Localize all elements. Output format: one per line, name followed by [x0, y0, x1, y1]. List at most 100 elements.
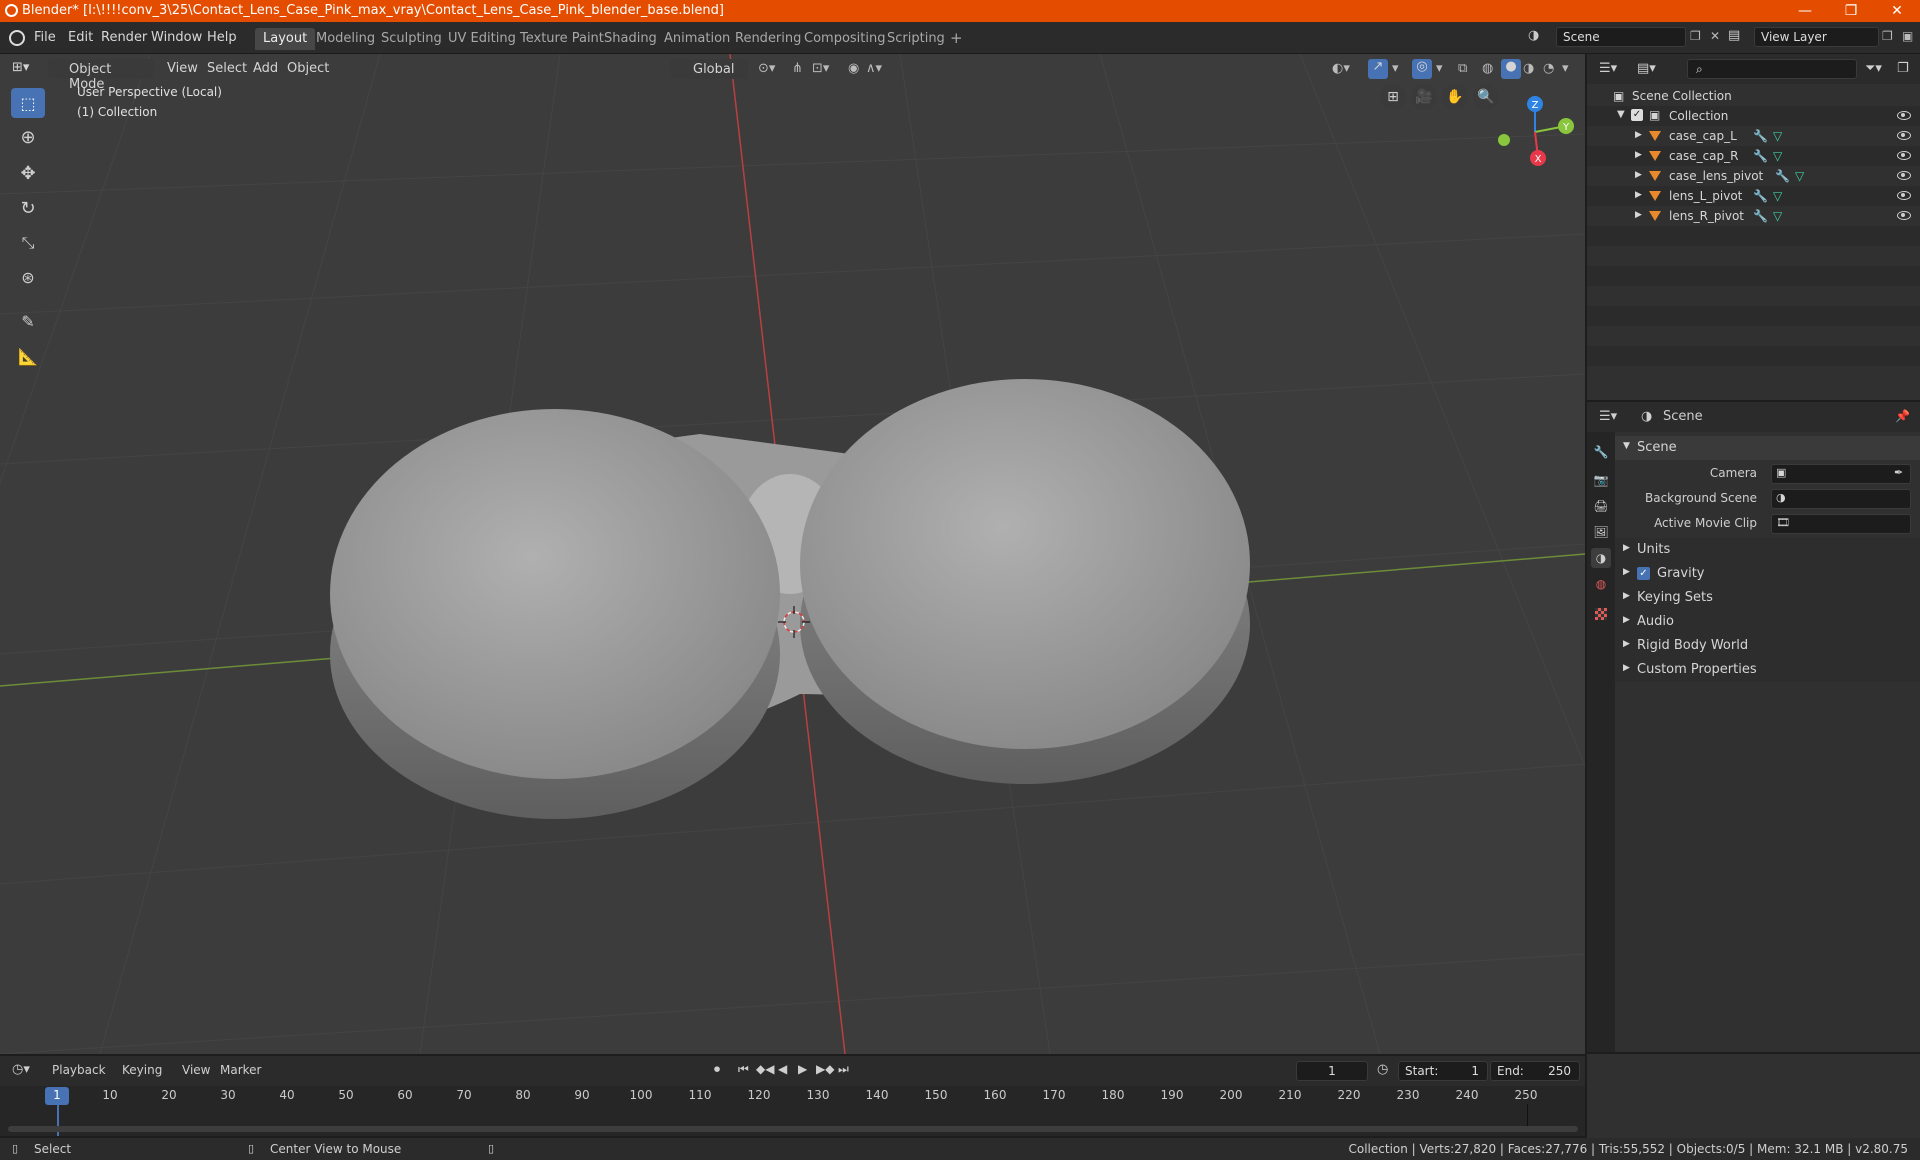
jump-end-icon[interactable]: ⏭	[838, 1062, 849, 1077]
orientation-dropdown[interactable]: Global	[670, 59, 748, 79]
scene-tab[interactable]: ◑	[1591, 548, 1611, 568]
pan-view-icon[interactable]: ✋	[1442, 84, 1468, 110]
annotate-tool[interactable]: ✎	[11, 306, 45, 336]
outliner-object-row[interactable]: ▶ case_lens_pivot 🔧 ▽	[1587, 166, 1920, 186]
outliner-collection[interactable]: ▼ ✓ ▣ Collection	[1587, 106, 1920, 126]
overlays-toggle-icon[interactable]: ◎	[1412, 59, 1432, 79]
audio-section[interactable]: ▶ Audio	[1615, 610, 1920, 634]
pivot-point-icon[interactable]: ⊙▾	[758, 61, 775, 81]
lens-case-model[interactable]	[330, 379, 1250, 819]
shading-material-icon[interactable]: ◑	[1523, 61, 1534, 81]
measure-tool[interactable]: 📐	[11, 341, 45, 371]
mesh-data-icon[interactable]: ▽	[1795, 169, 1804, 183]
toggle-camera-grid-icon[interactable]: ⊞	[1380, 84, 1406, 110]
tab-modeling[interactable]: Modeling	[308, 28, 383, 50]
menu-playback[interactable]: Playback	[52, 1063, 106, 1077]
modifier-icon[interactable]: 🔧	[1775, 169, 1790, 183]
object-visibility-toggle[interactable]	[1897, 151, 1911, 160]
shading-wireframe-icon[interactable]: ◍	[1482, 61, 1493, 81]
menu-object[interactable]: Object	[287, 61, 329, 81]
timeline-editor-type-icon[interactable]: ◷▾	[12, 1062, 30, 1077]
snap-target-icon[interactable]: ⊡▾	[812, 61, 829, 81]
snap-icon[interactable]: ⋔	[792, 61, 803, 81]
mesh-data-icon[interactable]: ▽	[1773, 209, 1782, 223]
shading-solid-icon[interactable]: ●	[1501, 59, 1521, 79]
timeline-scrollbar[interactable]	[8, 1126, 1578, 1132]
tab-sculpting[interactable]: Sculpting	[373, 28, 450, 50]
play-reverse-icon[interactable]: ◀	[778, 1062, 787, 1076]
maximize-button[interactable]: ❐	[1828, 0, 1874, 22]
menu-select[interactable]: Select	[207, 61, 247, 81]
tool-tab[interactable]: 🔧	[1591, 442, 1611, 462]
camera-field[interactable]: ▣ ✒	[1771, 464, 1911, 484]
menu-marker[interactable]: Marker	[220, 1063, 261, 1077]
delete-scene-icon[interactable]: ✕	[1710, 29, 1720, 43]
select-box-tool[interactable]: ⬚	[11, 88, 45, 118]
gizmo-dropdown-icon[interactable]: ▾	[1392, 61, 1399, 81]
modifier-icon[interactable]: 🔧	[1753, 189, 1768, 203]
blender-menu-icon[interactable]	[9, 30, 25, 46]
background-scene-field[interactable]: ◑	[1771, 489, 1911, 509]
editor-type-icon[interactable]: ⊞▾	[12, 60, 29, 80]
gravity-section[interactable]: ▶ ✓ Gravity	[1615, 562, 1920, 586]
end-frame-field[interactable]: End: 250	[1490, 1061, 1580, 1081]
scene-panel-header[interactable]: ▼ Scene	[1615, 436, 1920, 460]
active-movie-clip-field[interactable]: 🎞	[1771, 514, 1911, 534]
expand-arrow-icon[interactable]: ▶	[1635, 130, 1642, 140]
object-visibility-toggle[interactable]	[1897, 131, 1911, 140]
menu-view[interactable]: View	[167, 61, 198, 81]
overlays-dropdown-icon[interactable]: ▾	[1436, 61, 1443, 81]
shading-dropdown-icon[interactable]: ▾	[1562, 61, 1569, 81]
expand-arrow-icon[interactable]: ▶	[1635, 150, 1642, 160]
start-frame-field[interactable]: Start: 1	[1398, 1061, 1488, 1081]
expand-arrow-icon[interactable]: ▶	[1635, 170, 1642, 180]
mesh-data-icon[interactable]: ▽	[1773, 189, 1782, 203]
collection-checkbox[interactable]: ✓	[1631, 109, 1643, 121]
navigation-gizmo[interactable]: Z Y X	[1490, 92, 1580, 172]
menu-keying[interactable]: Keying	[122, 1063, 162, 1077]
move-tool[interactable]: ✥	[11, 158, 45, 188]
outliner-object-row[interactable]: ▶ case_cap_R 🔧 ▽	[1587, 146, 1920, 166]
modifier-icon[interactable]: 🔧	[1753, 149, 1768, 163]
mesh-data-icon[interactable]: ▽	[1773, 129, 1782, 143]
view-layer-field[interactable]: View Layer	[1754, 27, 1879, 47]
expand-arrow-icon[interactable]: ▶	[1635, 190, 1642, 200]
menu-help[interactable]: Help	[207, 30, 237, 45]
delete-view-layer-icon[interactable]: ▣	[1902, 29, 1913, 43]
scene-name-field[interactable]: Scene	[1556, 27, 1686, 47]
units-section[interactable]: ▶ Units	[1615, 538, 1920, 562]
collapse-arrow-icon[interactable]: ▼	[1617, 109, 1625, 120]
cursor-tool[interactable]: ⊕	[11, 122, 45, 152]
tab-shading[interactable]: Shading	[596, 28, 665, 50]
menu-edit[interactable]: Edit	[68, 30, 93, 45]
properties-editor-type-icon[interactable]: ☰▾	[1599, 409, 1617, 424]
pin-icon[interactable]: 📌	[1895, 409, 1910, 423]
rotate-tool[interactable]: ↻	[11, 193, 45, 223]
camera-view-icon[interactable]: 🎥	[1411, 84, 1437, 110]
filter-icon[interactable]: ⏷▾	[1865, 61, 1882, 76]
outliner-search-input[interactable]: ⌕	[1687, 59, 1857, 79]
world-tab[interactable]: ◍	[1591, 574, 1611, 594]
add-workspace-button[interactable]: +	[942, 26, 971, 48]
object-visibility-toggle[interactable]	[1897, 191, 1911, 200]
new-collection-icon[interactable]: ❐	[1897, 61, 1909, 76]
output-tab[interactable]: 🖨	[1591, 496, 1611, 516]
gravity-checkbox[interactable]: ✓	[1637, 567, 1650, 580]
custom-properties-section[interactable]: ▶ Custom Properties	[1615, 658, 1920, 682]
falloff-icon[interactable]: ∧▾	[866, 61, 882, 81]
jump-start-icon[interactable]: ⏮	[738, 1062, 749, 1077]
scene-selector-icon[interactable]: ◑	[1528, 28, 1544, 46]
minimize-button[interactable]: —	[1782, 0, 1828, 22]
outliner-scene-collection[interactable]: ▣ Scene Collection	[1587, 86, 1920, 106]
collection-visibility-toggle[interactable]	[1897, 111, 1911, 120]
display-mode-icon[interactable]: ▤▾	[1637, 61, 1656, 76]
view-layer-selector-icon[interactable]: ▤	[1728, 28, 1740, 43]
mesh-data-icon[interactable]: ▽	[1773, 149, 1782, 163]
next-keyframe-icon[interactable]: ▶◆	[816, 1062, 834, 1076]
proportional-edit-icon[interactable]: ◉	[848, 61, 859, 81]
scale-tool[interactable]: ⤡	[11, 228, 45, 258]
render-tab[interactable]: 📷	[1591, 470, 1611, 490]
gizmo-toggle-icon[interactable]: ↗	[1368, 59, 1388, 79]
xray-icon[interactable]: ⧉	[1458, 61, 1467, 81]
tab-animation[interactable]: Animation	[656, 28, 738, 50]
